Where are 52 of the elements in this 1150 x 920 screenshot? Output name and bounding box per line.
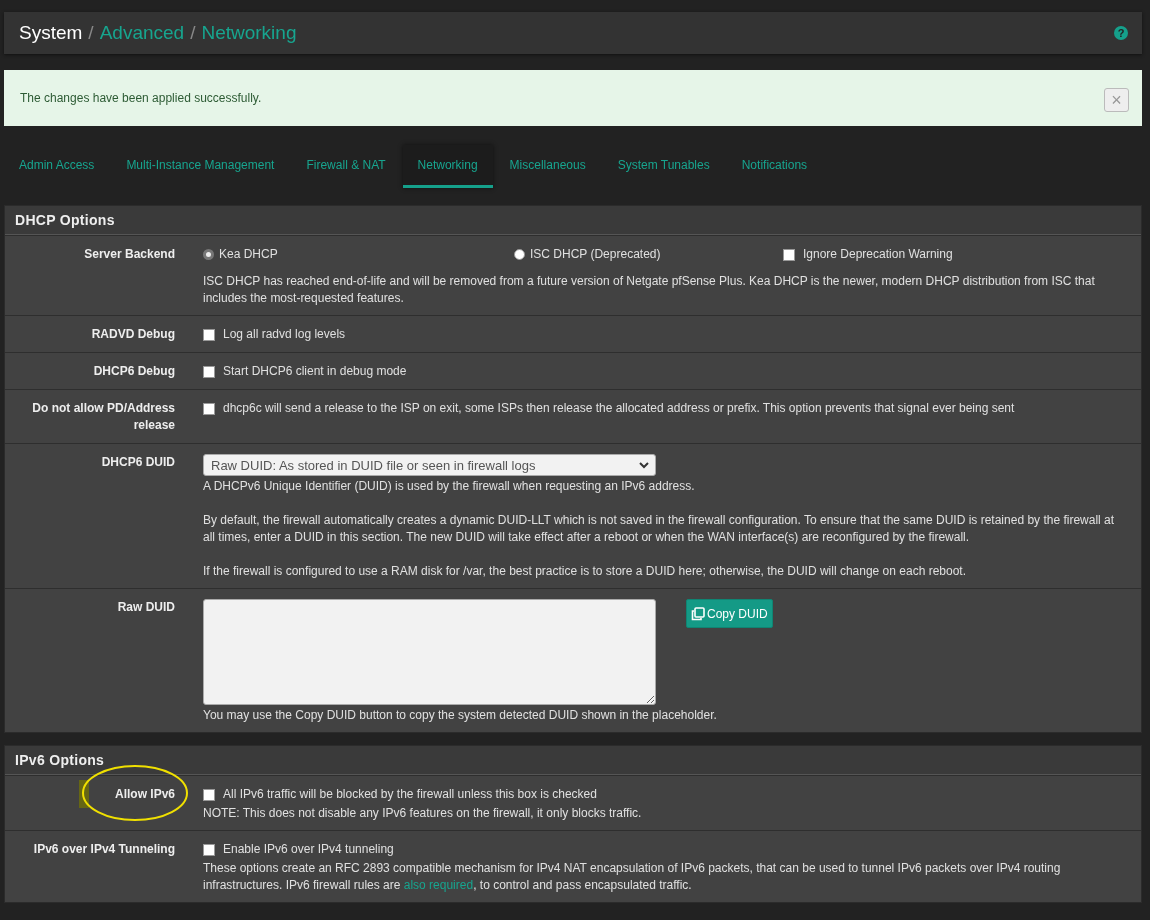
breadcrumb-separator: / bbox=[88, 22, 94, 44]
breadcrumb-link[interactable]: Advanced bbox=[99, 22, 185, 44]
breadcrumb-separator: / bbox=[190, 22, 196, 44]
alert-message: The changes have been applied successfully. bbox=[20, 91, 262, 105]
checkbox-label: All IPv6 traffic will be blocked by the firewall unless this box is checked bbox=[223, 786, 597, 803]
field-label: Server Backend bbox=[84, 247, 175, 261]
field-label: DHCP6 DUID bbox=[101, 455, 175, 469]
help-text: By default, the firewall automatically creates a dynamic DUID-LLT which is not saved in the firewall configuration. To ensure that the same DUID is retained by the firewall at all times, enter a DUID in this section. The new DUID will take effect after a reboot or when the WAN interface(s) are reconfigured by the firewall. bbox=[203, 512, 1116, 546]
radio-option[interactable]: Kea DHCP bbox=[203, 246, 514, 263]
tab[interactable]: System Tunables bbox=[602, 145, 725, 188]
dropdown[interactable]: Raw DUID: As stored in DUID file or seen in firewall logs bbox=[203, 454, 656, 476]
copy-button[interactable]: Copy DUID bbox=[686, 599, 773, 628]
tab[interactable]: Firewall & NAT bbox=[291, 145, 401, 188]
help-text: If the firewall is configured to use a RAM disk for /var, the best practice is to store a DUID here; otherwise, the DUID will change on each reboot. bbox=[203, 563, 968, 580]
field-label: DHCP6 Debug bbox=[93, 364, 175, 378]
help-text: You may use the Copy DUID button to copy the system detected DUID shown in the placeholder. bbox=[203, 707, 718, 724]
checkbox[interactable] bbox=[203, 844, 215, 856]
tab[interactable]: Notifications bbox=[726, 145, 823, 188]
text-area[interactable] bbox=[203, 599, 656, 705]
copy-icon bbox=[691, 606, 705, 621]
checkbox[interactable] bbox=[783, 248, 795, 261]
tab[interactable]: Miscellaneous bbox=[494, 145, 601, 188]
field-label: Allow IPv6 bbox=[114, 787, 175, 801]
field-label: Do not allow PD/Address release bbox=[32, 401, 175, 432]
help-text: A DHCPv6 Unique Identifier (DUID) is used by the firewall when requesting an IPv6 address. bbox=[203, 478, 696, 495]
tab[interactable]: Networking bbox=[402, 145, 493, 188]
checkbox-label: Enable IPv6 over IPv4 tunneling bbox=[223, 841, 394, 858]
checkbox-label: Start DHCP6 client in debug mode bbox=[223, 363, 407, 380]
help-text: These options create an RFC 2893 compatible mechanism for IPv4 NAT encapsulation of IPv6 packets, that can be used to tunnel IPv6 packets over IPv4 routing infrastructures. IPv6 firewall rules are also required, to control and pass encapsulated traffic. bbox=[203, 860, 1062, 894]
checkbox[interactable] bbox=[203, 789, 215, 801]
help-text: ISC DHCP has reached end-of-life and will be removed from a future version of Netgate pfSense Plus. Kea DHCP is the newer, modern DHCP distribution from ISC that includes the most-requested features. bbox=[203, 273, 1096, 307]
field-label: IPv6 over IPv4 Tunneling bbox=[33, 842, 175, 856]
breadcrumb-current: System bbox=[19, 22, 83, 44]
chevron-down-icon bbox=[639, 461, 649, 469]
tab[interactable]: Admin Access bbox=[4, 145, 110, 188]
radio-option[interactable]: ISC DHCP (Deprecated) bbox=[514, 246, 783, 263]
field-label: RADVD Debug bbox=[91, 327, 175, 341]
panel-heading: IPv6 Options bbox=[5, 746, 1141, 775]
checkbox[interactable] bbox=[203, 329, 215, 341]
checkbox[interactable] bbox=[203, 366, 215, 378]
panel-heading: DHCP Options bbox=[5, 206, 1141, 235]
checkbox[interactable] bbox=[203, 403, 215, 415]
tab[interactable]: Multi-Instance Management bbox=[111, 145, 290, 188]
help-text: NOTE: This does not disable any IPv6 features on the firewall, it only blocks traffic. bbox=[203, 805, 643, 822]
field-label: Raw DUID bbox=[117, 600, 175, 614]
radio-button[interactable] bbox=[514, 249, 525, 260]
checkbox-label: Log all radvd log levels bbox=[223, 326, 346, 343]
help-icon[interactable]: ? bbox=[1114, 26, 1128, 40]
breadcrumb-link[interactable]: Networking bbox=[201, 22, 297, 44]
checkbox-option[interactable]: Ignore Deprecation Warning bbox=[783, 246, 1129, 263]
checkbox-label: dhcp6c will send a release to the ISP on exit, some ISPs then release the allocated address or prefix. This option prevents that signal ever being sent bbox=[223, 400, 1015, 417]
radio-button[interactable] bbox=[203, 249, 214, 260]
